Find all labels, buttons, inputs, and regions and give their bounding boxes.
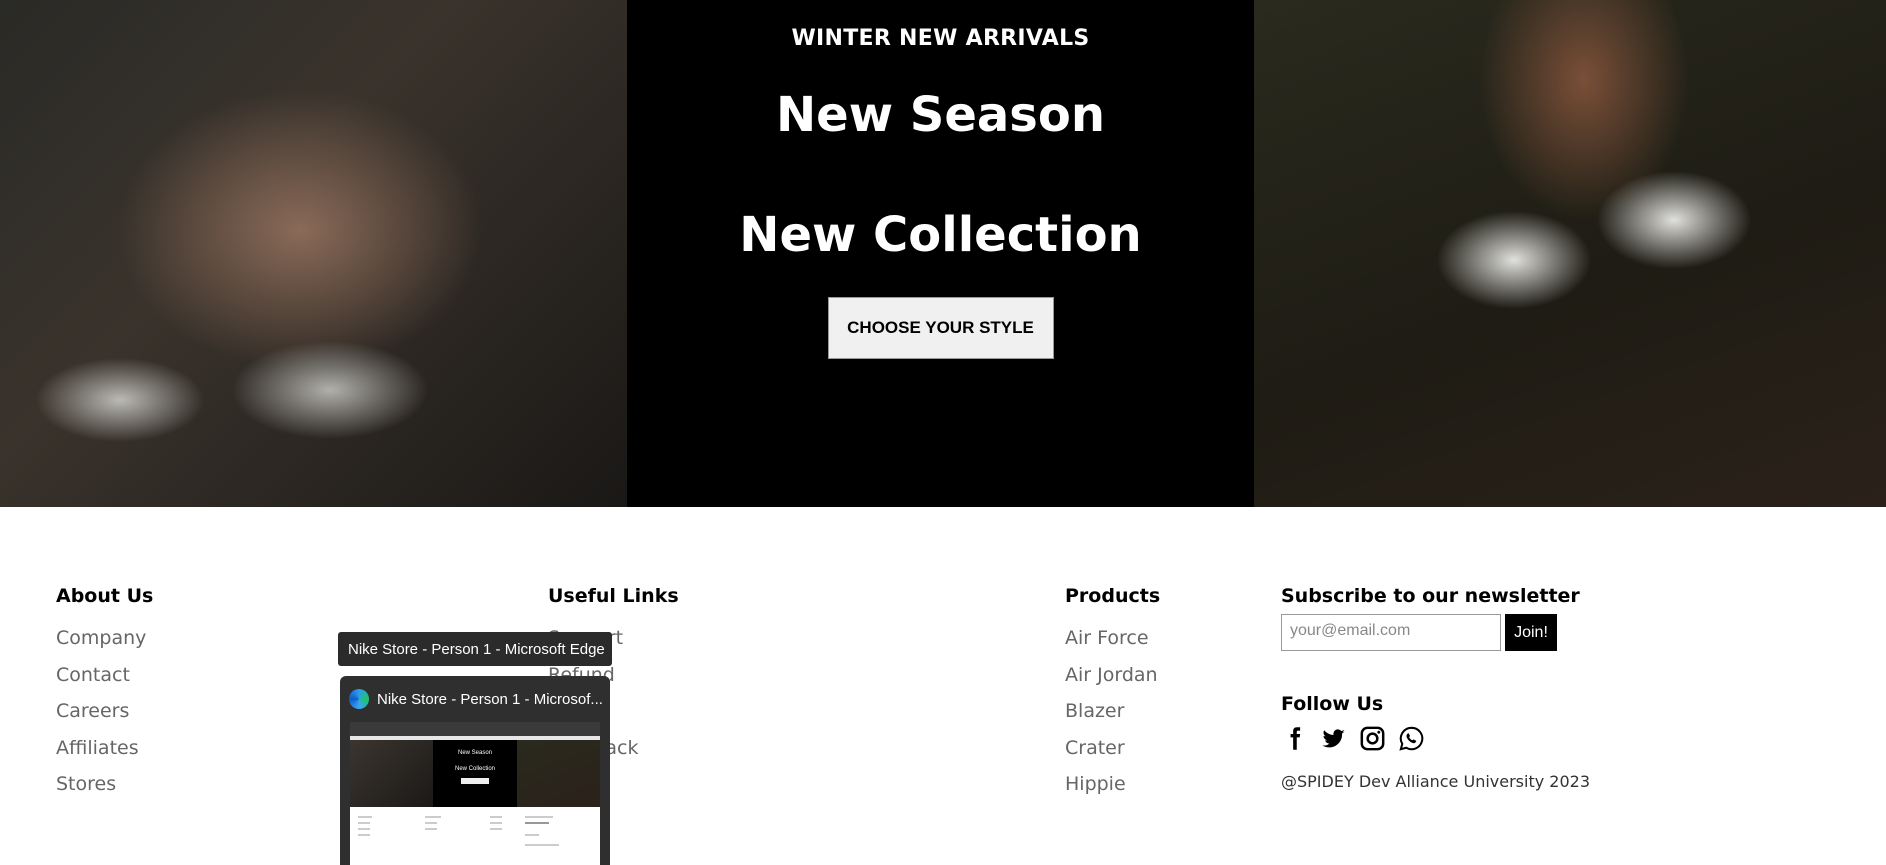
products-title: Products: [1065, 585, 1161, 607]
footer-link-careers[interactable]: Careers: [56, 699, 153, 736]
join-button[interactable]: Join!: [1505, 614, 1557, 651]
footer-products-column: Products Air Force Air Jordan Blazer Cra…: [1065, 585, 1160, 809]
thumb-line: [358, 828, 370, 830]
whatsapp-icon[interactable]: [1398, 725, 1425, 756]
twitter-icon[interactable]: [1320, 725, 1347, 756]
thumb-line: [490, 822, 502, 824]
hero-headline-1: New Season: [775, 87, 1105, 143]
thumb-line: [525, 834, 539, 836]
hero-banner: WINTER NEW ARRIVALS New Season New Colle…: [0, 0, 1886, 507]
about-title: About Us: [56, 585, 154, 607]
footer-link-affiliates[interactable]: Affiliates: [56, 736, 153, 773]
choose-style-button[interactable]: CHOOSE YOUR STYLE: [827, 297, 1054, 359]
thumb-line: [525, 816, 553, 818]
site-footer: About Us Company Contact Careers Affilia…: [0, 507, 1886, 865]
thumb-footer: [350, 810, 600, 865]
footer-link-crater[interactable]: Crater: [1065, 736, 1160, 773]
footer-link-company[interactable]: Company: [56, 626, 153, 663]
preview-thumbnail: New Season New Collection: [350, 722, 600, 865]
hero-image-right: [1254, 0, 1886, 507]
footer-link-stores[interactable]: Stores: [56, 772, 153, 809]
footer-newsletter-column: Subscribe to our newsletter your@email.c…: [1281, 585, 1590, 791]
thumb-heading-2: New Collection: [454, 766, 496, 772]
social-icons: [1281, 725, 1590, 756]
hero-headline-2: New Collection: [739, 207, 1142, 263]
footer-link-blazer[interactable]: Blazer: [1065, 699, 1160, 736]
useful-title: Useful Links: [548, 585, 679, 607]
thumb-line: [490, 828, 502, 830]
thumb-line: [425, 816, 441, 818]
hero-eyebrow: WINTER NEW ARRIVALS: [791, 26, 1090, 51]
thumb-image-left: [350, 740, 433, 807]
thumb-line: [525, 822, 549, 824]
instagram-icon[interactable]: [1359, 725, 1386, 756]
footer-link-contact[interactable]: Contact: [56, 663, 153, 700]
copyright-text: @SPIDEY Dev Alliance University 2023: [1281, 772, 1590, 791]
newsletter-title: Subscribe to our newsletter: [1281, 585, 1580, 607]
thumb-heading-1: New Season: [457, 750, 493, 756]
thumb-image-right: [517, 740, 600, 807]
hero-center-panel: WINTER NEW ARRIVALS New Season New Colle…: [627, 0, 1254, 507]
thumb-center-panel: New Season New Collection: [433, 740, 517, 807]
hero-image-left: [0, 0, 627, 507]
thumb-browser-bar: [350, 722, 600, 736]
email-input[interactable]: your@email.com: [1281, 614, 1501, 651]
footer-link-hippie[interactable]: Hippie: [1065, 772, 1160, 809]
footer-about-column: About Us Company Contact Careers Affilia…: [56, 585, 153, 809]
thumb-line: [425, 822, 437, 824]
thumb-line: [425, 828, 437, 830]
edge-browser-icon: [349, 689, 369, 709]
thumb-line: [525, 844, 559, 846]
thumb-button: [461, 778, 489, 784]
taskbar-tooltip: Nike Store - Person 1 - Microsoft Edge: [338, 632, 612, 666]
taskbar-window-preview[interactable]: Nike Store - Person 1 - Microsof... New …: [340, 676, 610, 865]
thumb-line: [358, 834, 370, 836]
facebook-icon[interactable]: [1281, 725, 1308, 756]
follow-us-title: Follow Us: [1281, 693, 1384, 715]
newsletter-form: your@email.com Join!: [1281, 614, 1590, 651]
thumb-line: [490, 816, 502, 818]
preview-window-title: Nike Store - Person 1 - Microsof...: [377, 690, 603, 708]
thumb-line: [358, 816, 372, 818]
preview-title-bar: Nike Store - Person 1 - Microsof...: [340, 676, 610, 722]
footer-link-air-force[interactable]: Air Force: [1065, 626, 1160, 663]
thumb-line: [358, 822, 370, 824]
footer-link-air-jordan[interactable]: Air Jordan: [1065, 663, 1160, 700]
